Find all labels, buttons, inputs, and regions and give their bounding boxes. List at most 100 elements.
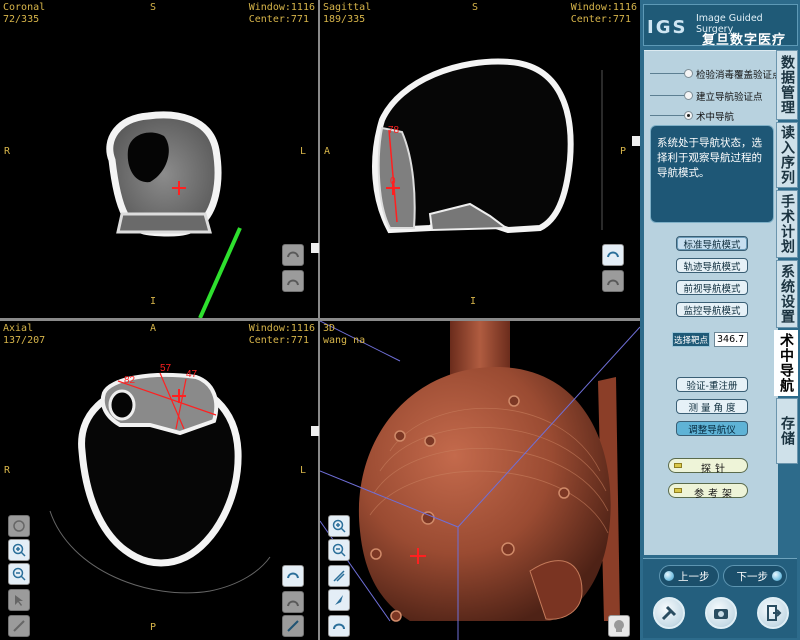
status-message: 系统处于导航状态，选择利于观察导航过程的导航模式。 bbox=[650, 125, 774, 223]
window-value: 1116 bbox=[290, 323, 315, 334]
select-target-button[interactable]: 选择靶点 bbox=[672, 332, 710, 347]
sagittal-info-left: Sagittal 189/335 bbox=[323, 2, 371, 26]
orient-left: R bbox=[4, 465, 11, 476]
zoom-out-icon bbox=[12, 567, 26, 581]
flip-button[interactable] bbox=[282, 244, 304, 266]
orient-bottom: I bbox=[470, 296, 477, 307]
next-step-button[interactable]: 下一步 bbox=[723, 565, 787, 587]
trajectory-mode-button[interactable]: 轨迹导航模式 bbox=[676, 258, 748, 273]
logo-letters: IGS bbox=[647, 17, 688, 38]
exit-button[interactable] bbox=[757, 597, 789, 629]
target-row: 选择靶点 346.7 bbox=[672, 332, 778, 348]
expand-handle[interactable] bbox=[632, 136, 640, 146]
tab-storage[interactable]: 存储 bbox=[776, 398, 798, 464]
forward-view-mode-button[interactable]: 前视导航模式 bbox=[676, 280, 748, 295]
radio-label: 术中导航 bbox=[696, 112, 735, 123]
zoom-out-button[interactable] bbox=[8, 563, 30, 585]
zoom-in-button[interactable] bbox=[328, 515, 350, 537]
sagittal-image: 78 0 bbox=[372, 58, 603, 234]
3d-render bbox=[320, 321, 640, 640]
zoom-in-button[interactable] bbox=[8, 539, 30, 561]
indicator-light bbox=[674, 463, 682, 468]
window-label: Window: bbox=[248, 323, 291, 334]
coronal-viewport[interactable]: Coronal 72/335 Window:1116 Center:771 S R … bbox=[0, 0, 318, 318]
axial-image: 82 57 47 bbox=[49, 363, 271, 594]
flip-button[interactable] bbox=[282, 565, 304, 587]
sagittal-info-right: Window:1116 Center:771 bbox=[571, 2, 637, 26]
probe-line bbox=[198, 227, 242, 318]
camera-button[interactable] bbox=[705, 597, 737, 629]
center-value: 771 bbox=[290, 14, 309, 25]
orient-left: A bbox=[324, 146, 331, 157]
step-radio-build-points[interactable]: 建立导航验证点 bbox=[644, 87, 778, 105]
probe-toggle[interactable]: 探针 bbox=[668, 458, 748, 475]
tab-data-management[interactable]: 数据管理 bbox=[776, 50, 798, 120]
pointer-button[interactable] bbox=[8, 589, 30, 611]
measure-button[interactable] bbox=[8, 615, 30, 637]
line-icon bbox=[287, 620, 299, 632]
tab-surgical-plan[interactable]: 手术计划 bbox=[776, 190, 798, 258]
center-label: Center: bbox=[248, 14, 291, 25]
flip-button[interactable] bbox=[602, 244, 624, 266]
radio-button[interactable] bbox=[684, 69, 693, 78]
zoom-in-icon bbox=[12, 543, 26, 557]
axial-viewport[interactable]: 82 57 47 Axial 137/207 Window:1116 Center:… bbox=[0, 321, 318, 640]
orient-right: P bbox=[619, 146, 626, 157]
pan-button[interactable] bbox=[8, 515, 30, 537]
reference-frame-toggle[interactable]: 参考架 bbox=[668, 483, 748, 500]
view-name: Coronal bbox=[3, 2, 46, 13]
snapshot-button[interactable] bbox=[608, 615, 630, 637]
reset-button[interactable] bbox=[282, 591, 304, 613]
tool-label: 参考架 bbox=[694, 489, 736, 500]
control-panel: IGS Image Guided Surgery 复旦数字医疗 检验消毒覆盖验证… bbox=[640, 0, 800, 640]
cut-button[interactable] bbox=[328, 589, 350, 611]
orient-top: S bbox=[472, 2, 479, 13]
window-label: Window: bbox=[248, 2, 291, 13]
reset-button[interactable] bbox=[282, 270, 304, 292]
standard-mode-button[interactable]: 标准导航模式 bbox=[676, 236, 748, 251]
clip-button[interactable] bbox=[328, 565, 350, 587]
rotate-back-icon bbox=[607, 279, 619, 286]
expand-handle[interactable] bbox=[311, 426, 319, 436]
radio-button-selected[interactable] bbox=[684, 111, 693, 120]
tools-button[interactable] bbox=[653, 597, 685, 629]
center-value: 771 bbox=[290, 335, 309, 346]
previous-step-button[interactable]: 上一步 bbox=[659, 565, 719, 587]
tab-system-settings[interactable]: 系统设置 bbox=[776, 260, 798, 328]
slice-index: 72/335 bbox=[3, 14, 40, 25]
cursor-icon bbox=[15, 595, 23, 606]
rotate-icon bbox=[287, 572, 299, 579]
expand-handle[interactable] bbox=[311, 243, 319, 253]
orient-bottom: P bbox=[150, 622, 157, 633]
target-value-field[interactable]: 346.7 bbox=[714, 332, 748, 347]
zoom-in-icon bbox=[332, 519, 346, 533]
navigation-content: 检验消毒覆盖验证点 建立导航验证点 术中导航 系统处于导航状态，选择利于观察导航… bbox=[644, 50, 782, 555]
slice-index: 137/207 bbox=[3, 335, 46, 346]
measure-a-label: 78 bbox=[388, 125, 400, 136]
rotate-icon bbox=[287, 251, 299, 258]
tab-load-series[interactable]: 读入序列 bbox=[776, 122, 798, 188]
radio-label: 建立导航验证点 bbox=[696, 92, 763, 103]
draw-line-button[interactable] bbox=[282, 615, 304, 637]
verify-reregister-button[interactable]: 验证-重注册 bbox=[676, 377, 748, 392]
radio-button[interactable] bbox=[684, 91, 693, 100]
step-radio-verify-disinfect[interactable]: 检验消毒覆盖验证点 bbox=[644, 65, 782, 83]
window-value: 1116 bbox=[290, 2, 315, 13]
zoom-out-button[interactable] bbox=[328, 539, 350, 561]
rotate-3d-button[interactable] bbox=[328, 615, 350, 637]
step-radio-intraop-nav[interactable]: 术中导航 bbox=[644, 107, 778, 125]
indicator-light bbox=[674, 488, 682, 493]
measure-angle-button[interactable]: 测 量 角 度 bbox=[676, 399, 748, 414]
tab-intraop-navigation[interactable]: 术中导航 bbox=[774, 330, 798, 396]
rotate-3d-icon bbox=[333, 623, 345, 630]
monitor-mode-button[interactable]: 监控导航模式 bbox=[676, 302, 748, 317]
sagittal-viewport[interactable]: 78 0 Sagittal189/335 Window:1116Center:7… bbox=[320, 0, 640, 318]
circle-icon bbox=[13, 520, 25, 532]
exit-door-icon bbox=[767, 605, 782, 621]
3d-viewport[interactable]: 3D wang na bbox=[320, 321, 640, 640]
rotate-icon bbox=[607, 251, 619, 258]
window-value: 1116 bbox=[612, 2, 637, 13]
adjust-navigator-button[interactable]: 调整导航仪 bbox=[676, 421, 748, 436]
orb-icon bbox=[664, 571, 674, 581]
reset-button[interactable] bbox=[602, 270, 624, 292]
